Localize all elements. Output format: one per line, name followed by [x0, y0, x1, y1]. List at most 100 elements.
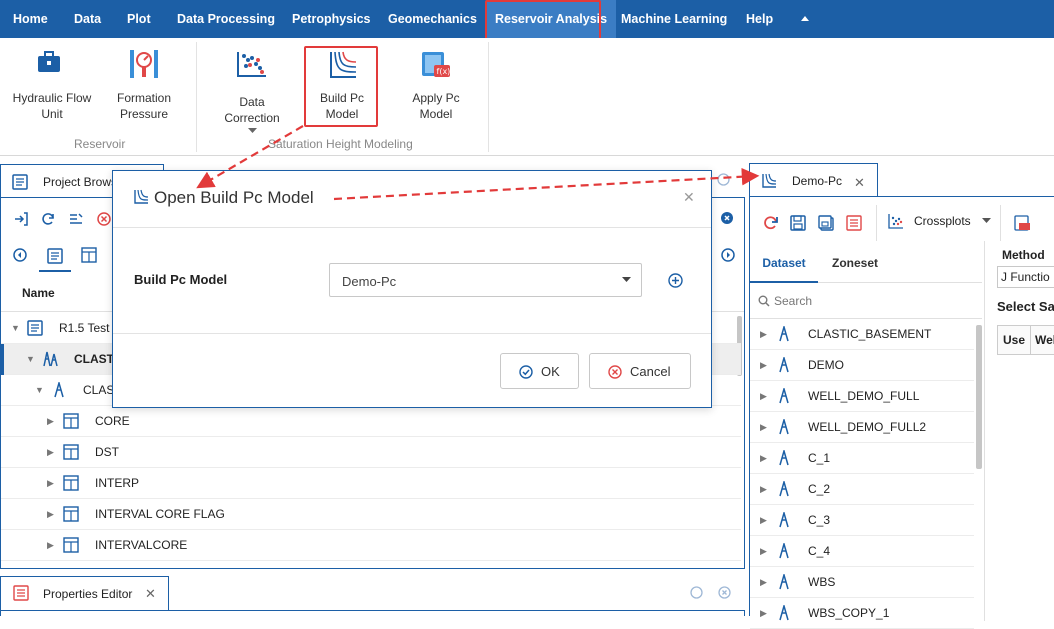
menu-home[interactable]: Home	[13, 0, 48, 38]
project-browser-tab-label: Project Brows	[43, 175, 118, 189]
apply-pc-model-button[interactable]: Apply Pc Model	[404, 90, 468, 122]
search-field[interactable]: Search	[750, 285, 982, 319]
close-tab-icon[interactable]: ✕	[854, 175, 865, 191]
menu-data[interactable]: Data	[74, 0, 101, 38]
close-icon[interactable]: ✕	[683, 189, 695, 206]
tab-zoneset[interactable]: Zoneset	[820, 245, 890, 283]
refresh-icon[interactable]	[763, 215, 779, 231]
tree-row-dataset[interactable]: ▶ INTERVAL CORE FLAG	[1, 499, 741, 530]
demo-pc-panel: Crossplots Dataset Zoneset Search ▶ CLAST…	[749, 196, 1054, 629]
selected-model: Demo-Pc	[342, 274, 397, 289]
tree-row-dataset[interactable]: ▶ INTERP	[1, 468, 741, 499]
well-name: CLASTIC_BASEMENT	[808, 327, 932, 341]
well-list-item[interactable]: ▶ C_1	[750, 443, 974, 474]
tree-label-dataset: INTERVAL CORE FLAG	[95, 507, 225, 521]
wells-icon	[41, 351, 59, 367]
tree-row-dataset[interactable]: ▶ DST	[1, 437, 741, 468]
well-list-item[interactable]: ▶ WBS_COPY_1	[750, 598, 974, 629]
tree-row-dataset[interactable]: ▶ CORE	[1, 406, 741, 437]
column-name: Name	[22, 286, 55, 300]
list-edit-icon[interactable]	[69, 212, 83, 226]
menu-help[interactable]: Help	[746, 0, 773, 38]
well-list-item[interactable]: ▶ DEMO	[750, 350, 974, 381]
report-list-icon[interactable]	[846, 215, 862, 231]
data-correction-button[interactable]: Data Correction	[220, 94, 284, 126]
caret-down-icon	[622, 277, 631, 283]
menu-machine-learning[interactable]: Machine Learning	[621, 0, 727, 38]
method-value: J Functio	[1001, 270, 1050, 284]
well-list-item[interactable]: ▶ WBS	[750, 567, 974, 598]
save-icon[interactable]	[790, 215, 806, 231]
close-circle-icon[interactable]	[721, 212, 733, 224]
project-icon	[27, 320, 43, 336]
restore-icon[interactable]	[690, 586, 703, 599]
refresh-icon[interactable]	[41, 212, 55, 226]
highlight-build-box	[304, 46, 378, 127]
arrow-right-circle-icon[interactable]	[721, 248, 735, 262]
well-name: C_1	[808, 451, 831, 465]
close-circle-icon[interactable]	[718, 586, 731, 599]
well-icon	[778, 450, 790, 466]
ribbon: Hydraulic Flow Unit Formation Pressure R…	[0, 38, 1054, 156]
dialog-divider	[113, 227, 711, 228]
scatter-correction-icon	[236, 50, 268, 78]
search-icon	[758, 295, 770, 307]
formation-pressure-button[interactable]: Formation Pressure	[108, 90, 180, 122]
method-select[interactable]: J Functio	[997, 266, 1054, 288]
menu-data-processing[interactable]: Data Processing	[177, 0, 275, 38]
well-list-item[interactable]: ▶ WELL_DEMO_FULL2	[750, 412, 974, 443]
tree-label-well-group: CLASTI	[74, 352, 118, 366]
menu-geomechanics[interactable]: Geomechanics	[388, 0, 477, 38]
dataset-icon	[63, 537, 79, 553]
well-name: DEMO	[808, 358, 844, 372]
tab-dataset[interactable]: Dataset	[750, 245, 818, 283]
ok-button[interactable]: OK	[500, 353, 579, 389]
cancel-button[interactable]: Cancel	[589, 353, 691, 389]
dataset-icon	[63, 413, 79, 429]
open-build-pc-model-dialog: Open Build Pc Model ✕ Build Pc Model Dem…	[112, 170, 712, 408]
column-divider	[984, 241, 985, 621]
demo-pc-tab-label: Demo-Pc	[792, 174, 843, 188]
column-use: Use	[1003, 333, 1026, 347]
tree-label-dataset: CORE	[95, 414, 130, 428]
well-icon	[778, 357, 790, 373]
well-icon	[778, 481, 790, 497]
crossplot-icon	[888, 213, 904, 229]
add-circle-icon[interactable]	[668, 273, 683, 288]
properties-list-icon	[13, 585, 29, 601]
pdf-export-icon[interactable]	[1014, 215, 1030, 231]
collapse-ribbon-icon[interactable]	[800, 14, 810, 22]
dataset-view-icon[interactable]	[81, 247, 97, 263]
highlight-menu-box	[485, 0, 601, 40]
caret-down-icon[interactable]	[248, 128, 257, 134]
dialog-title: Open Build Pc Model	[154, 188, 314, 207]
cancel-label: Cancel	[630, 364, 671, 379]
build-pc-model-select[interactable]: Demo-Pc	[329, 263, 642, 297]
delete-icon[interactable]	[97, 212, 111, 226]
hydraulic-flow-unit-button[interactable]: Hydraulic Flow Unit	[8, 90, 96, 122]
briefcase-icon	[36, 50, 62, 74]
close-tab-icon[interactable]: ✕	[145, 586, 156, 602]
arrow-left-circle-icon[interactable]	[13, 248, 27, 262]
well-list-item[interactable]: ▶ C_4	[750, 536, 974, 567]
scrollbar-thumb[interactable]	[976, 325, 982, 469]
menu-plot[interactable]: Plot	[127, 0, 151, 38]
well-icon	[778, 574, 790, 590]
import-icon[interactable]	[14, 212, 28, 226]
well-list-item[interactable]: ▶ C_3	[750, 505, 974, 536]
well-list-item[interactable]: ▶ WELL_DEMO_FULL	[750, 381, 974, 412]
well-list-item[interactable]: ▶ C_2	[750, 474, 974, 505]
save-as-icon[interactable]	[818, 215, 834, 231]
restore-icon[interactable]	[717, 173, 730, 186]
well-name: WELL_DEMO_FULL	[808, 389, 920, 403]
well-icon	[778, 388, 790, 404]
tree-row-dataset[interactable]: ▶ INTERVALCORE	[1, 530, 741, 561]
well-name: C_3	[808, 513, 831, 527]
pc-curve-icon	[133, 189, 149, 205]
tab-document-view[interactable]	[39, 238, 71, 272]
properties-editor-panel	[0, 610, 745, 616]
well-name: WBS	[808, 575, 836, 589]
well-icon	[778, 512, 790, 528]
menu-petrophysics[interactable]: Petrophysics	[292, 0, 371, 38]
well-list-item[interactable]: ▶ CLASTIC_BASEMENT	[750, 319, 974, 350]
